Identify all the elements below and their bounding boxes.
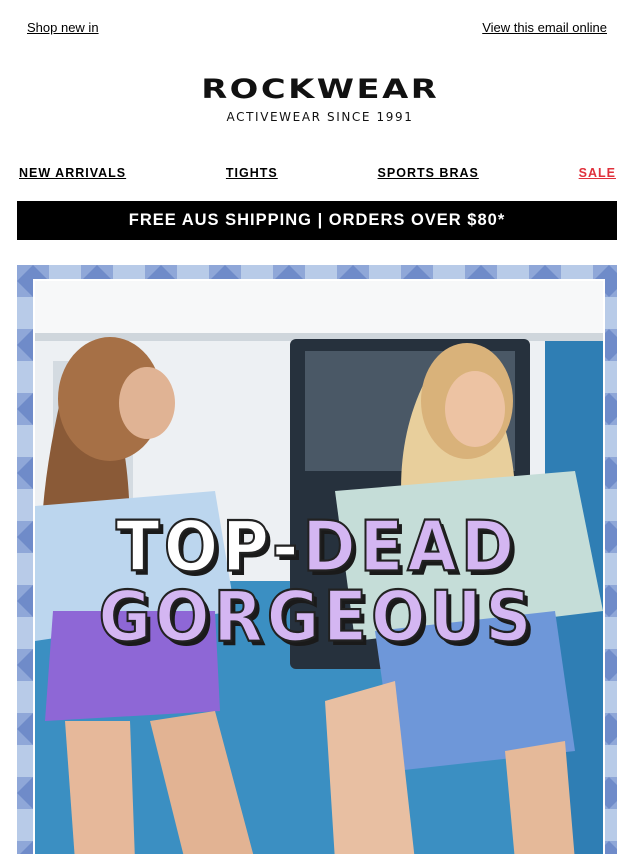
logo-wordmark: ROCKWEAR — [200, 74, 440, 105]
nav-sports-bras[interactable]: SPORTS BRAS — [378, 166, 479, 182]
nav-tights[interactable]: TIGHTS — [226, 166, 278, 182]
nav-new-arrivals[interactable]: NEW ARRIVALS — [19, 166, 126, 182]
preheader: Shop new in View this email online — [27, 20, 607, 36]
hero-banner[interactable]: TOP-DEAD GORGEOUS — [17, 265, 617, 854]
logo-tagline: ACTIVEWEAR SINCE 1991 — [226, 110, 414, 124]
view-online-link[interactable]: View this email online — [482, 20, 607, 36]
main-nav: NEW ARRIVALS TIGHTS SPORTS BRAS SALE — [19, 166, 616, 182]
headline-gorgeous: GORGEOUS — [98, 578, 536, 658]
shipping-banner[interactable]: FREE AUS SHIPPING | ORDERS OVER $80* — [17, 201, 617, 240]
hero-headline: TOP-DEAD GORGEOUS — [17, 508, 617, 658]
headline-line-1: TOP-DEAD — [17, 508, 617, 588]
headline-line-2: GORGEOUS — [17, 578, 617, 658]
nav-sale[interactable]: SALE — [579, 166, 616, 182]
headline-part-purple: DEAD — [301, 508, 518, 588]
headline-part-white: TOP- — [115, 508, 303, 588]
shop-new-in-link[interactable]: Shop new in — [27, 20, 99, 36]
brand-logo[interactable]: ROCKWEAR ACTIVEWEAR SINCE 1991 — [0, 76, 640, 130]
